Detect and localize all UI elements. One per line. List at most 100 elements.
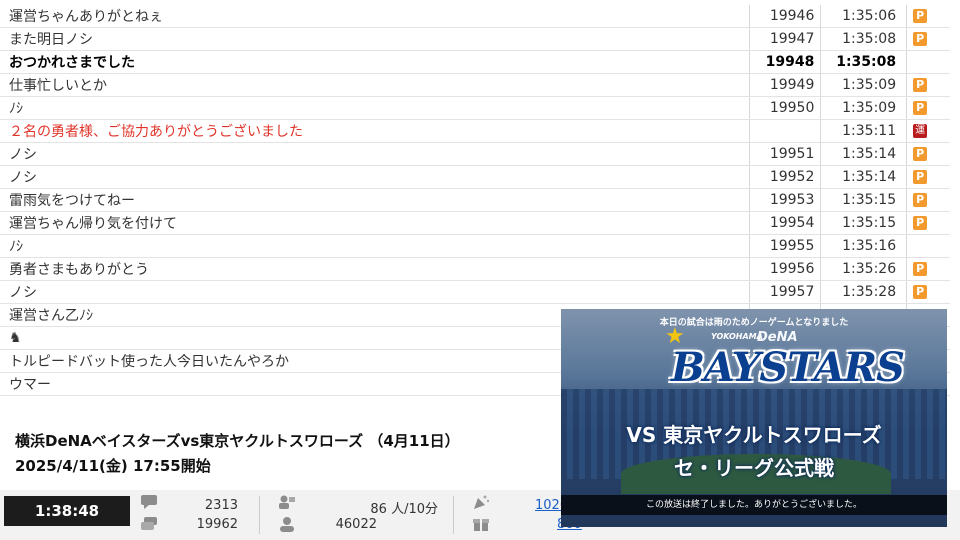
comment-time: 1:35:28	[820, 281, 906, 303]
video-player[interactable]: 本日の試合は雨のためノーゲームとなりました ★ YOKOHAMA DeNA BA…	[561, 309, 947, 527]
viewer-icon	[279, 495, 295, 509]
comment-time: 1:35:14	[820, 143, 906, 165]
comment-count-recent: 2313	[204, 498, 238, 513]
team-brand-small: YOKOHAMA	[711, 332, 763, 341]
comment-number: 19957	[748, 281, 821, 303]
comment-badge-cell: P	[906, 258, 950, 280]
comment-row[interactable]: 運営ちゃん帰り気を付けて 19954 1:35:15 P	[0, 212, 950, 235]
comment-row[interactable]: 仕事忙しいとか 19949 1:35:09 P	[0, 74, 950, 97]
comment-number: 19952	[748, 166, 821, 188]
comment-time: 1:35:15	[820, 212, 906, 234]
comment-row[interactable]: 運営ちゃんありがとねぇ 19946 1:35:06 P	[0, 5, 950, 28]
comment-number: 19955	[748, 235, 821, 257]
user-icon	[280, 517, 294, 532]
comment-time: 1:35:08	[820, 28, 906, 50]
point-badge-icon: P	[913, 262, 928, 276]
comment-number: 19948	[748, 51, 821, 73]
point-badge-icon: P	[913, 9, 928, 23]
comment-time: 1:35:11	[820, 120, 906, 142]
comment-text: 運営ちゃんありがとねぇ	[9, 9, 163, 25]
point-badge-icon: P	[913, 101, 928, 115]
baystars-logo: BAYSTARS	[671, 344, 905, 391]
comment-badge-cell: P	[906, 143, 950, 165]
comment-text: ﾉｼ	[9, 101, 23, 117]
comment-icon	[141, 495, 157, 509]
comment-number: 19953	[748, 189, 821, 211]
comment-text: ﾉｼ	[9, 239, 23, 255]
comment-number	[748, 120, 821, 142]
comment-number: 19947	[748, 28, 821, 50]
comment-row[interactable]: ノシ 19951 1:35:14 P	[0, 143, 950, 166]
comment-badge-cell	[906, 235, 950, 257]
comment-time: 1:35:15	[820, 189, 906, 211]
comment-text: また明日ノシ	[9, 32, 93, 48]
point-badge-icon: P	[913, 32, 928, 46]
comment-number: 19950	[748, 97, 821, 119]
admin-badge-icon: 運	[913, 124, 928, 138]
gift-box-icon	[473, 519, 489, 531]
comment-text: 仕事忙しいとか	[9, 78, 107, 94]
comment-time: 1:35:09	[820, 74, 906, 96]
divider	[453, 496, 454, 534]
comment-time: 1:35:26	[820, 258, 906, 280]
comment-number: 19951	[748, 143, 821, 165]
comment-row[interactable]: ノシ 19957 1:35:28 P	[0, 281, 950, 304]
point-badge-icon: P	[913, 78, 928, 92]
gift-cracker-icon	[474, 495, 490, 509]
comment-row[interactable]: ２名の勇者様、ご協力ありがとうございました 1:35:11 運	[0, 120, 950, 143]
comment-badge-cell: P	[906, 74, 950, 96]
comment-badge-cell: 運	[906, 120, 950, 142]
program-start-date: 2025/4/11(金) 17:55開始	[15, 457, 211, 475]
comment-text: おつかれさまでした	[9, 55, 135, 71]
comment-text: ノシ	[9, 285, 37, 301]
program-info: 横浜DeNAベイスターズvs東京ヤクルトスワローズ （4月11日） 2025/4…	[0, 408, 560, 490]
comment-text: ノシ	[9, 147, 37, 163]
comment-row[interactable]: また明日ノシ 19947 1:35:08 P	[0, 28, 950, 51]
comment-text: ２名の勇者様、ご協力ありがとうございました	[9, 124, 303, 140]
comment-row[interactable]: おつかれさまでした 19948 1:35:08	[0, 51, 950, 74]
comment-time: 1:35:16	[820, 235, 906, 257]
comment-row[interactable]: ﾉｼ 19950 1:35:09 P	[0, 97, 950, 120]
viewer-rate: 86 人/10分	[370, 502, 438, 517]
rain-cancel-notice: 本日の試合は雨のためノーゲームとなりました	[659, 318, 849, 328]
viewer-total: 46022	[335, 517, 377, 532]
comment-text: 勇者さまもありがとう	[9, 262, 149, 278]
point-badge-icon: P	[913, 285, 928, 299]
comment-text: ノシ	[9, 170, 37, 186]
broadcast-ended-message: この放送は終了しました。ありがとうございました。	[561, 495, 947, 515]
comment-badge-cell	[906, 51, 950, 73]
comment-row[interactable]: ノシ 19952 1:35:14 P	[0, 166, 950, 189]
comment-badge-cell: P	[906, 166, 950, 188]
point-badge-icon: P	[913, 170, 928, 184]
comment-time: 1:35:06	[820, 5, 906, 27]
comment-number: 19949	[748, 74, 821, 96]
comments-stack-icon	[141, 517, 157, 530]
comment-badge-cell: P	[906, 28, 950, 50]
comment-number: 19956	[748, 258, 821, 280]
comment-text: 運営ちゃん帰り気を付けて	[9, 216, 177, 232]
comment-number: 19946	[748, 5, 821, 27]
comment-time: 1:35:08	[820, 51, 906, 73]
comment-row[interactable]: 雷雨気をつけてねー 19953 1:35:15 P	[0, 189, 950, 212]
comment-badge-cell: P	[906, 97, 950, 119]
point-badge-icon: P	[913, 147, 928, 161]
league-label: セ・リーグ公式戦	[674, 456, 834, 480]
comment-time: 1:35:14	[820, 166, 906, 188]
matchup-text: VS 東京ヤクルトスワローズ	[626, 423, 882, 447]
point-badge-icon: P	[913, 193, 928, 207]
comment-badge-cell: P	[906, 212, 950, 234]
team-brand-dena: DeNA	[757, 330, 798, 345]
elapsed-timer: 1:38:48	[4, 496, 130, 526]
comment-row[interactable]: 勇者さまもありがとう 19956 1:35:26 P	[0, 258, 950, 281]
comment-time: 1:35:09	[820, 97, 906, 119]
program-title: 横浜DeNAベイスターズvs東京ヤクルトスワローズ （4月11日）	[15, 432, 460, 450]
comment-text: 雷雨気をつけてねー	[9, 193, 135, 209]
point-badge-icon: P	[913, 216, 928, 230]
comment-badge-cell: P	[906, 5, 950, 27]
comment-badge-cell: P	[906, 189, 950, 211]
comment-count-total: 19962	[196, 517, 238, 532]
comment-number: 19954	[748, 212, 821, 234]
comment-row[interactable]: ﾉｼ 19955 1:35:16	[0, 235, 950, 258]
divider	[259, 496, 260, 534]
comment-badge-cell: P	[906, 281, 950, 303]
